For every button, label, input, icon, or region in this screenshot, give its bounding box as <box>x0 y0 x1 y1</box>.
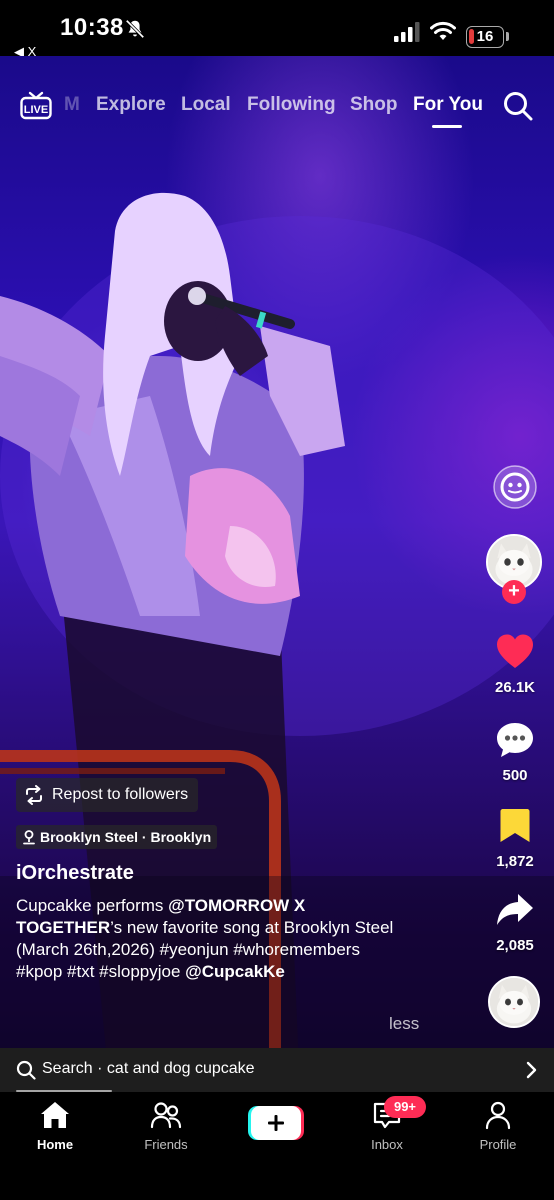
like-button[interactable]: 26.1K <box>480 632 550 696</box>
home-icon <box>41 1102 69 1128</box>
search-suggestion-text: Search · cat and dog cupcake <box>42 1060 255 1077</box>
nav-tab-faded: M <box>64 94 80 115</box>
create-button[interactable] <box>248 1106 304 1140</box>
save-count: 1,872 <box>496 853 534 870</box>
caption-text-1: Cupcakke performs <box>16 896 169 915</box>
tab-profile[interactable]: Profile <box>453 1100 543 1152</box>
tab-following[interactable]: Following <box>247 94 336 116</box>
caption-less-link[interactable]: less <box>389 1014 419 1034</box>
share-button[interactable]: 2,085 <box>480 890 550 954</box>
video-caption: Cupcakke performs @TOMORROW X TOGETHER’s… <box>16 895 406 983</box>
profile-icon <box>485 1101 511 1130</box>
battery-level: 16 <box>476 28 494 45</box>
share-arrow-icon <box>497 894 533 925</box>
live-icon[interactable]: LIVE <box>20 90 52 120</box>
tab-home-label: Home <box>36 1137 74 1152</box>
bottom-tab-bar: Home Friends Inbox 99+ Profile <box>0 1092 554 1200</box>
comment-count: 500 <box>502 767 528 784</box>
share-count: 2,085 <box>496 937 534 954</box>
cat-sound-image <box>490 978 538 1026</box>
location-label: Brooklyn Steel · Brooklyn <box>40 829 212 845</box>
comment-button[interactable]: 500 <box>480 720 550 784</box>
search-icon[interactable] <box>502 90 534 122</box>
tab-shop[interactable]: Shop <box>350 94 398 116</box>
search-suggestion-bar[interactable]: Search · cat and dog cupcake <box>0 1048 554 1092</box>
heart-icon <box>497 634 533 668</box>
sound-avatar[interactable] <box>488 976 540 1028</box>
status-bar: 10:38 ◀ X 16 <box>0 0 554 59</box>
tab-friends[interactable]: Friends <box>121 1100 211 1152</box>
inbox-notification-badge: 99+ <box>384 1096 426 1118</box>
location-pin-icon <box>23 830 35 845</box>
repost-button[interactable]: Repost to followers <box>16 778 199 812</box>
favorite-button[interactable]: 1,872 <box>480 806 550 870</box>
tab-profile-label: Profile <box>479 1137 517 1152</box>
repost-icon <box>26 785 42 805</box>
tab-inbox-label: Inbox <box>371 1137 403 1152</box>
chevron-right-icon <box>526 1061 537 1079</box>
caption-mention-cupcakke[interactable]: @CupcakKe <box>185 962 285 981</box>
battery-tip <box>506 32 509 41</box>
status-time: 10:38 <box>60 14 124 41</box>
ai-assistant-icon[interactable] <box>492 464 538 510</box>
top-nav: LIVE M Explore Local Following Shop For … <box>0 88 554 128</box>
follow-button[interactable]: + <box>502 580 526 604</box>
friends-icon <box>150 1102 182 1129</box>
tab-home[interactable]: Home <box>10 1100 100 1152</box>
active-tab-indicator <box>432 125 462 128</box>
tab-friends-label: Friends <box>144 1137 188 1152</box>
wifi-icon <box>430 21 456 40</box>
repost-label: Repost to followers <box>52 786 189 803</box>
like-count: 26.1K <box>494 679 536 696</box>
bell-off-icon <box>125 19 145 39</box>
location-tag[interactable]: Brooklyn Steel · Brooklyn <box>16 825 218 849</box>
battery-indicator: 16 <box>466 26 504 48</box>
live-label: LIVE <box>24 104 48 116</box>
comment-icon <box>497 723 533 757</box>
tab-for-you[interactable]: For You <box>413 94 483 116</box>
bookmark-icon <box>500 809 530 842</box>
tab-local[interactable]: Local <box>181 94 231 116</box>
cellular-signal-icon <box>394 22 420 42</box>
tab-explore[interactable]: Explore <box>96 94 166 116</box>
creator-username[interactable]: iOrchestrate <box>16 862 134 885</box>
search-small-icon <box>16 1060 36 1080</box>
